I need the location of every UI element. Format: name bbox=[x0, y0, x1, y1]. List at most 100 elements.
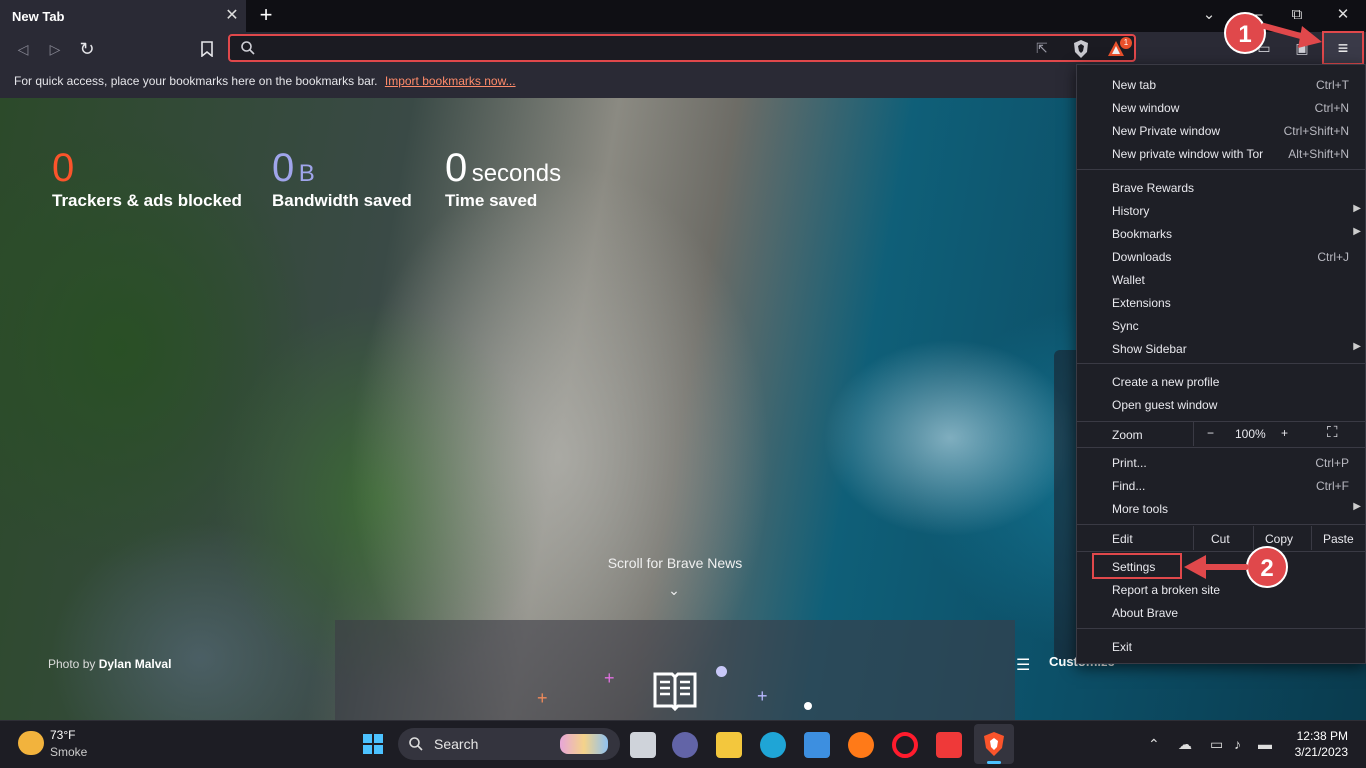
zoom-out-button[interactable]: − bbox=[1207, 426, 1214, 440]
edge-icon[interactable] bbox=[760, 732, 786, 758]
menu-item-label: Wallet bbox=[1112, 273, 1145, 287]
menu-item-bookmarks[interactable]: Bookmarks ▶ bbox=[1077, 222, 1365, 245]
menu-item-shortcut: Alt+Shift+N bbox=[1288, 147, 1349, 161]
menu-item-sync[interactable]: Sync bbox=[1077, 314, 1365, 337]
menu-item-shortcut: Ctrl+T bbox=[1316, 78, 1349, 92]
menu-item-new-private-window-with-tor[interactable]: New private window with Tor Alt+Shift+N bbox=[1077, 142, 1365, 165]
scroll-for-news-label[interactable]: Scroll for Brave News bbox=[560, 555, 790, 571]
tab-title: New Tab bbox=[12, 9, 65, 24]
menu-item-new-private-window[interactable]: New Private window Ctrl+Shift+N bbox=[1077, 119, 1365, 142]
firefox-icon[interactable] bbox=[848, 732, 874, 758]
menu-item-about-brave[interactable]: About Brave bbox=[1077, 601, 1365, 624]
zoom-divider bbox=[1193, 422, 1194, 446]
menu-divider bbox=[1077, 363, 1365, 364]
bandwidth-count: 0 bbox=[272, 146, 295, 190]
menu-item-shortcut: Ctrl+Shift+N bbox=[1283, 124, 1349, 138]
menu-item-more-tools[interactable]: More tools ▶ bbox=[1077, 497, 1365, 520]
battery-icon[interactable]: ▬ bbox=[1258, 736, 1272, 752]
back-button[interactable]: ◁ bbox=[10, 36, 36, 62]
menu-item-create-a-new-profile[interactable]: Create a new profile bbox=[1077, 370, 1365, 393]
menu-item-exit[interactable]: Exit bbox=[1077, 635, 1365, 658]
menu-item-label: About Brave bbox=[1112, 606, 1179, 620]
search-highlight-icon bbox=[560, 734, 608, 754]
photo-credit-author[interactable]: Dylan Malval bbox=[99, 657, 172, 671]
menu-item-downloads[interactable]: Downloads Ctrl+J bbox=[1077, 245, 1365, 268]
brave-news-book-icon bbox=[653, 672, 697, 712]
forward-button[interactable]: ▷ bbox=[42, 36, 68, 62]
fullscreen-icon[interactable]: ⛶ bbox=[1327, 424, 1338, 441]
menu-item-label: More tools bbox=[1112, 502, 1169, 516]
menu-item-label: Brave Rewards bbox=[1112, 181, 1195, 195]
tray-overflow-chevron-icon[interactable]: ⌃ bbox=[1148, 736, 1160, 753]
clock-time[interactable]: 12:38 PM bbox=[1292, 729, 1348, 743]
menu-item-history[interactable]: History ▶ bbox=[1077, 199, 1365, 222]
menu-item-label: New private window with Tor bbox=[1112, 147, 1264, 161]
menu-divider bbox=[1077, 628, 1365, 629]
weather-temp[interactable]: 73°F bbox=[50, 728, 75, 742]
clock-date[interactable]: 3/21/2023 bbox=[1288, 745, 1348, 759]
tab-new-tab[interactable]: New Tab ✕ bbox=[0, 0, 246, 32]
opera-icon[interactable] bbox=[892, 732, 918, 758]
address-bar[interactable]: ⇱ 1 bbox=[228, 34, 1136, 62]
brave-shields-icon[interactable] bbox=[1072, 39, 1090, 59]
menu-item-wallet[interactable]: Wallet bbox=[1077, 268, 1365, 291]
menu-divider bbox=[1077, 169, 1365, 170]
windows-start-icon[interactable] bbox=[362, 733, 384, 755]
chevron-down-icon[interactable]: ⌄ bbox=[662, 582, 686, 599]
menu-item-label: Extensions bbox=[1112, 296, 1171, 310]
weather-icon[interactable] bbox=[18, 731, 44, 755]
import-bookmarks-link[interactable]: Import bookmarks now... bbox=[385, 74, 516, 88]
menu-item-find[interactable]: Find... Ctrl+F bbox=[1077, 474, 1365, 497]
sparkle-plus-icon: + bbox=[757, 686, 768, 706]
menu-item-new-tab[interactable]: New tab Ctrl+T bbox=[1077, 73, 1365, 96]
cut-button[interactable]: Cut bbox=[1211, 532, 1230, 546]
menu-item-shortcut: Ctrl+N bbox=[1314, 101, 1349, 115]
file-explorer-icon[interactable] bbox=[716, 732, 742, 758]
brave-taskbar-active[interactable] bbox=[974, 724, 1014, 764]
volume-icon[interactable]: ♪ bbox=[1234, 736, 1241, 752]
customize-sliders-icon[interactable]: ☰ bbox=[1016, 655, 1036, 675]
zoom-in-button[interactable]: + bbox=[1281, 426, 1288, 440]
paste-button[interactable]: Paste bbox=[1323, 532, 1354, 546]
menu-item-shortcut: Ctrl+J bbox=[1317, 250, 1349, 264]
copy-button[interactable]: Copy bbox=[1265, 532, 1293, 546]
task-view-icon[interactable] bbox=[630, 732, 656, 758]
onedrive-icon[interactable]: ☁ bbox=[1178, 736, 1192, 753]
network-icon[interactable]: ▭ bbox=[1210, 736, 1223, 753]
tab-search-chevron-icon[interactable]: ⌄ bbox=[1194, 4, 1224, 26]
menu-item-print[interactable]: Print... Ctrl+P bbox=[1077, 451, 1365, 474]
main-menu-button[interactable]: ≡ bbox=[1322, 31, 1364, 65]
photo-credit-prefix: Photo by bbox=[48, 657, 96, 671]
reload-button[interactable]: ↻ bbox=[74, 36, 100, 62]
menu-item-extensions[interactable]: Extensions bbox=[1077, 291, 1365, 314]
trackers-label: Trackers & ads blocked bbox=[52, 191, 242, 210]
menu-item-brave-rewards[interactable]: Brave Rewards bbox=[1077, 176, 1365, 199]
stat-bandwidth: 0 B Bandwidth saved bbox=[272, 146, 412, 211]
active-indicator bbox=[987, 761, 1001, 764]
taskbar-search[interactable]: Search bbox=[398, 728, 620, 760]
trackers-count: 0 bbox=[52, 146, 75, 190]
menu-item-show-sidebar[interactable]: Show Sidebar ▶ bbox=[1077, 337, 1365, 360]
menu-item-shortcut: Ctrl+P bbox=[1315, 456, 1349, 470]
submenu-arrow-icon: ▶ bbox=[1353, 203, 1361, 214]
time-count: 0 bbox=[445, 146, 468, 190]
menu-item-new-window[interactable]: New window Ctrl+N bbox=[1077, 96, 1365, 119]
share-icon[interactable]: ⇱ bbox=[1036, 40, 1054, 58]
vivaldi-icon[interactable] bbox=[936, 732, 962, 758]
menu-item-open-guest-window[interactable]: Open guest window bbox=[1077, 393, 1365, 416]
bookmark-this-page-button[interactable] bbox=[194, 36, 220, 62]
menu-item-label: Downloads bbox=[1112, 250, 1172, 264]
new-tab-button[interactable]: + bbox=[256, 4, 276, 26]
menu-divider bbox=[1077, 524, 1365, 525]
taskbar-search-label: Search bbox=[434, 736, 479, 752]
menu-item-label: Create a new profile bbox=[1112, 375, 1220, 389]
close-window-button[interactable]: ✕ bbox=[1328, 4, 1358, 26]
microsoft-store-icon[interactable] bbox=[804, 732, 830, 758]
menu-item-label: Open guest window bbox=[1112, 398, 1218, 412]
teams-chat-icon[interactable] bbox=[672, 732, 698, 758]
tab-close-icon[interactable]: ✕ bbox=[222, 6, 242, 26]
bandwidth-unit: B bbox=[298, 160, 315, 187]
search-icon bbox=[241, 41, 255, 55]
menu-item-label: Print... bbox=[1112, 456, 1147, 470]
menu-divider bbox=[1077, 447, 1365, 448]
